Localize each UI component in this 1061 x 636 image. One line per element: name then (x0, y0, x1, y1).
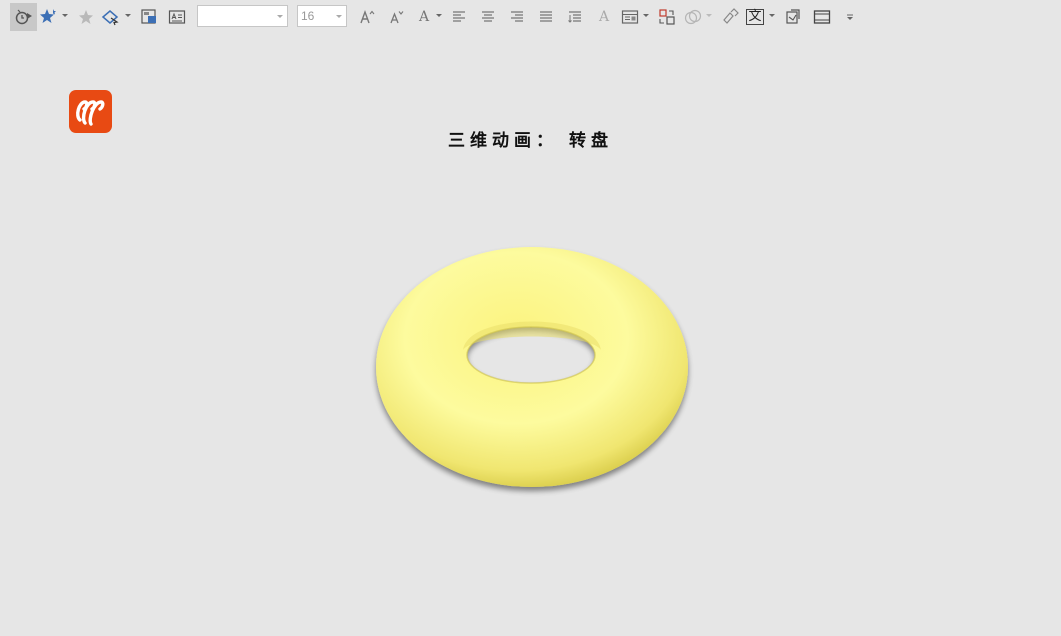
layout-icon (621, 10, 639, 24)
chevron-down-icon[interactable] (706, 14, 712, 17)
more-icon (847, 14, 853, 20)
chevron-down-icon[interactable] (436, 14, 442, 17)
chinese-char-label: 文 (746, 9, 764, 25)
shapes-button[interactable] (683, 3, 703, 31)
align-right-icon (511, 11, 523, 22)
star-icon (40, 9, 56, 23)
film-icon (813, 10, 831, 24)
font-shrink-icon (390, 11, 404, 24)
remove-effect-button[interactable] (76, 3, 96, 31)
font-size-select[interactable]: 16 (297, 5, 347, 27)
chinese-conversion-button[interactable]: 文 (745, 3, 765, 31)
chevron-down-icon[interactable] (62, 14, 68, 17)
torus-3d-shape[interactable] (360, 232, 705, 511)
chevron-down-icon[interactable] (125, 14, 131, 17)
toolbar-overflow-button[interactable] (843, 3, 857, 31)
layout-button[interactable] (620, 3, 640, 31)
chevron-down-icon (336, 15, 342, 18)
slide-show-button[interactable] (139, 3, 159, 31)
text-direction-button[interactable] (566, 3, 584, 31)
paint-brush-icon (723, 8, 739, 24)
arrange-button[interactable] (657, 3, 677, 31)
font-color-label: A (418, 9, 430, 25)
toolbar: 16 A A 文 (0, 0, 1061, 34)
align-center-icon (482, 11, 494, 22)
add-effect-button[interactable] (38, 3, 58, 31)
increase-font-size-button[interactable] (358, 3, 376, 31)
chevron-down-icon[interactable] (643, 14, 649, 17)
format-painter-button[interactable] (720, 3, 740, 31)
monitor-icon (141, 9, 156, 24)
decrease-font-size-button[interactable] (387, 3, 405, 31)
justify-button[interactable] (537, 3, 555, 31)
justify-icon (540, 11, 552, 22)
text-effect-button[interactable]: A (596, 3, 612, 31)
text-direction-icon (568, 11, 581, 23)
font-name-select[interactable] (197, 5, 288, 27)
font-grow-icon (360, 9, 375, 24)
chevron-down-icon[interactable] (769, 14, 775, 17)
text-effect-label: A (598, 9, 610, 25)
align-right-button[interactable] (508, 3, 526, 31)
animation-timer-button[interactable] (10, 3, 37, 31)
slide-title: 三维动画： 转盘 (448, 131, 613, 151)
insert-object-button[interactable] (783, 3, 803, 31)
align-left-icon (453, 11, 465, 22)
align-center-button[interactable] (479, 3, 497, 31)
chevron-down-icon (277, 15, 283, 18)
text-box-button[interactable] (167, 3, 187, 31)
star-outline-icon (79, 10, 93, 24)
insert-video-button[interactable] (812, 3, 832, 31)
timer-icon (15, 9, 32, 25)
font-color-button[interactable]: A (416, 3, 432, 31)
object-icon (786, 9, 800, 24)
shapes-icon (684, 9, 702, 25)
text-box-icon (168, 10, 186, 24)
align-left-button[interactable] (450, 3, 468, 31)
motion-path-button[interactable] (100, 3, 122, 31)
arrange-icon (659, 9, 675, 25)
shape-arrow-icon (101, 10, 119, 26)
font-size-value: 16 (301, 9, 315, 23)
